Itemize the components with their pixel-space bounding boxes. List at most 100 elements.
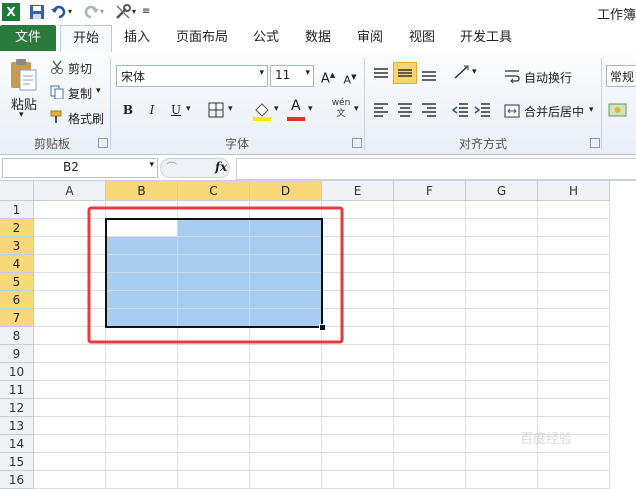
cell-G1[interactable] — [466, 201, 538, 219]
decrease-font-size-icon[interactable]: A▼ — [340, 67, 360, 87]
alignment-launcher-icon[interactable] — [590, 138, 600, 148]
cell-H7[interactable] — [538, 309, 610, 327]
cell-E6[interactable] — [322, 291, 394, 309]
copy-dropdown-icon[interactable]: ▾ — [96, 86, 101, 96]
fill-handle[interactable] — [319, 324, 326, 331]
cell-H2[interactable] — [538, 219, 610, 237]
cell-F12[interactable] — [394, 399, 466, 417]
cell-D9[interactable] — [250, 345, 322, 363]
cell-F2[interactable] — [394, 219, 466, 237]
row-header[interactable]: 16 — [0, 471, 34, 489]
cell-F5[interactable] — [394, 273, 466, 291]
cell-G6[interactable] — [466, 291, 538, 309]
cell-A9[interactable] — [34, 345, 106, 363]
cell-H15[interactable] — [538, 453, 610, 471]
cell-E15[interactable] — [322, 453, 394, 471]
cell-F7[interactable] — [394, 309, 466, 327]
column-header[interactable]: G — [466, 181, 538, 201]
cell-C12[interactable] — [178, 399, 250, 417]
cell-B9[interactable] — [106, 345, 178, 363]
font-size-select[interactable]: 11 ▾ — [270, 65, 314, 87]
border-icon[interactable] — [208, 102, 224, 118]
row-header[interactable]: 9 — [0, 345, 34, 363]
align-middle-icon[interactable] — [393, 62, 417, 84]
cell-A3[interactable] — [34, 237, 106, 255]
redo-dropdown-icon[interactable]: ▾ — [100, 3, 108, 21]
row-header[interactable]: 4 — [0, 255, 34, 273]
format-painter-button[interactable]: 格式刷 — [68, 110, 104, 127]
cell-A7[interactable] — [34, 309, 106, 327]
select-all-corner[interactable] — [0, 181, 34, 201]
cell-E13[interactable] — [322, 417, 394, 435]
tools-dropdown-icon[interactable]: ▾ — [132, 3, 140, 21]
tab-home[interactable]: 开始 — [60, 25, 112, 53]
column-header[interactable]: B — [106, 181, 178, 201]
cell-A12[interactable] — [34, 399, 106, 417]
copy-button[interactable]: 复制 — [68, 85, 92, 102]
font-color-icon[interactable]: A — [286, 98, 306, 122]
cell-H1[interactable] — [538, 201, 610, 219]
bold-button[interactable]: B — [118, 100, 138, 120]
cell-A15[interactable] — [34, 453, 106, 471]
chevron-down-icon[interactable]: ▾ — [305, 68, 310, 78]
paste-button[interactable]: 粘贴 — [11, 94, 37, 113]
cell-B16[interactable] — [106, 471, 178, 489]
cell-C16[interactable] — [178, 471, 250, 489]
cell-E5[interactable] — [322, 273, 394, 291]
cell-E4[interactable] — [322, 255, 394, 273]
cell-B14[interactable] — [106, 435, 178, 453]
tools-icon[interactable] — [114, 3, 132, 21]
cell-E3[interactable] — [322, 237, 394, 255]
currency-format-icon[interactable] — [608, 100, 628, 120]
cell-G12[interactable] — [466, 399, 538, 417]
cell-E14[interactable] — [322, 435, 394, 453]
cell-F10[interactable] — [394, 363, 466, 381]
tab-insert[interactable]: 插入 — [116, 25, 158, 51]
font-launcher-icon[interactable] — [352, 138, 362, 148]
undo-icon[interactable] — [50, 3, 68, 21]
row-header[interactable]: 11 — [0, 381, 34, 399]
border-dropdown-icon[interactable]: ▾ — [228, 104, 233, 114]
cell-D1[interactable] — [250, 201, 322, 219]
underline-button[interactable]: U — [166, 100, 186, 120]
cell-B8[interactable] — [106, 327, 178, 345]
cell-A10[interactable] — [34, 363, 106, 381]
row-header[interactable]: 3 — [0, 237, 34, 255]
chevron-down-icon[interactable]: ▾ — [259, 68, 264, 78]
undo-dropdown-icon[interactable]: ▾ — [68, 3, 76, 21]
phonetic-guide-icon[interactable]: wén 文 — [328, 98, 354, 124]
cell-F11[interactable] — [394, 381, 466, 399]
cell-C9[interactable] — [178, 345, 250, 363]
cell-G7[interactable] — [466, 309, 538, 327]
clipboard-launcher-icon[interactable] — [98, 138, 108, 148]
cell-B10[interactable] — [106, 363, 178, 381]
cell-H16[interactable] — [538, 471, 610, 489]
cell-G4[interactable] — [466, 255, 538, 273]
tab-developer[interactable]: 开发工具 — [456, 25, 516, 51]
cell-A13[interactable] — [34, 417, 106, 435]
cell-E11[interactable] — [322, 381, 394, 399]
align-right-icon[interactable] — [420, 102, 438, 118]
cell-C14[interactable] — [178, 435, 250, 453]
cell-D13[interactable] — [250, 417, 322, 435]
row-header[interactable]: 7 — [0, 309, 34, 327]
cell-F15[interactable] — [394, 453, 466, 471]
cell-H9[interactable] — [538, 345, 610, 363]
cell-H4[interactable] — [538, 255, 610, 273]
cell-F8[interactable] — [394, 327, 466, 345]
cell-H3[interactable] — [538, 237, 610, 255]
cell-F9[interactable] — [394, 345, 466, 363]
cell-G11[interactable] — [466, 381, 538, 399]
column-header[interactable]: E — [322, 181, 394, 201]
tab-file[interactable]: 文件 — [0, 25, 56, 51]
decrease-indent-icon[interactable] — [451, 102, 470, 118]
column-header[interactable]: F — [394, 181, 466, 201]
row-header[interactable]: 14 — [0, 435, 34, 453]
excel-logo-icon[interactable]: X — [2, 3, 20, 21]
customize-toolbar-icon[interactable]: ≡ — [142, 3, 152, 21]
cell-E10[interactable] — [322, 363, 394, 381]
cell-H5[interactable] — [538, 273, 610, 291]
row-header[interactable]: 12 — [0, 399, 34, 417]
column-header[interactable]: D — [250, 181, 322, 201]
save-icon[interactable] — [28, 3, 46, 21]
